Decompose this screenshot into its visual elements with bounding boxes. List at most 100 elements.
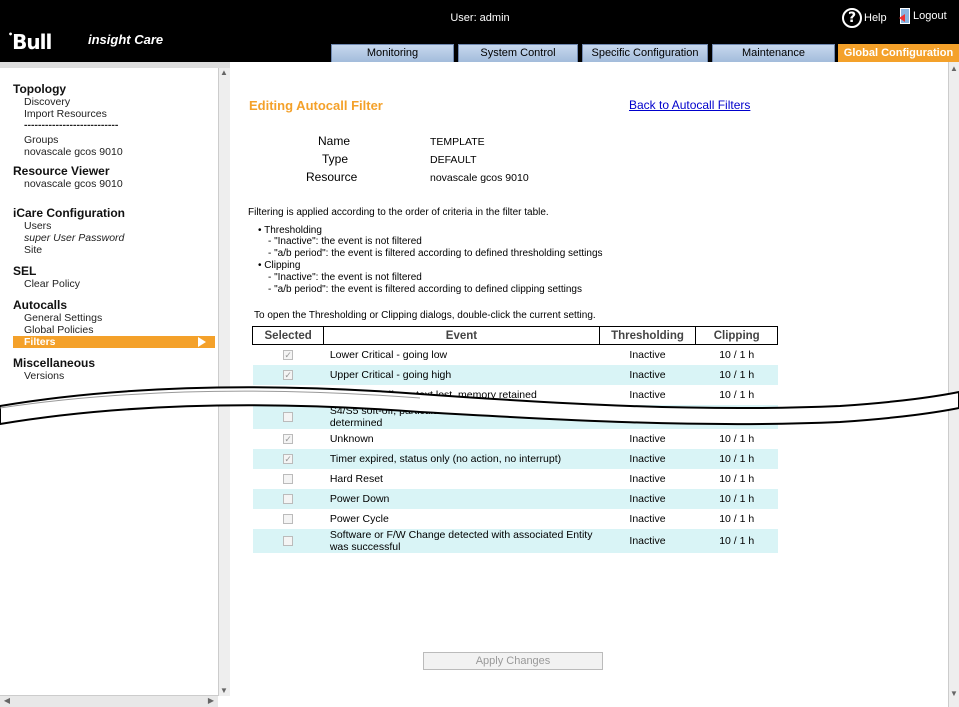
row-checkbox[interactable]: [283, 513, 294, 524]
clipping-cell[interactable]: 10 / 1 h: [696, 509, 778, 529]
thresholding-cell[interactable]: Inactive: [599, 404, 696, 429]
thresholding-cell[interactable]: Inactive: [599, 509, 696, 529]
sidebar-item-group-novascale[interactable]: novascale gcos 9010: [24, 146, 230, 158]
event-cell: Upper Critical - going high: [323, 364, 600, 385]
clipping-cell[interactable]: 10 / 1 h: [695, 364, 778, 385]
sidebar-item-super-user-password[interactable]: super User Password: [24, 232, 230, 244]
clipping-cell[interactable]: 10 / 1 h: [695, 448, 778, 469]
clipping-cell[interactable]: 10 / 1 h: [696, 429, 778, 449]
table-row[interactable]: Power Down Inactive 10 / 1 h: [252, 488, 778, 509]
clipping-cell[interactable]: 10 / 1 h: [695, 528, 778, 553]
resource-label: Resource: [306, 170, 358, 184]
filter-table: Selected Event Thresholding Clipping ✓ L…: [251, 326, 778, 553]
row-checkbox[interactable]: ✓: [283, 369, 294, 380]
scroll-down-icon[interactable]: ▼: [949, 689, 959, 699]
clipping-cell[interactable]: 10 / 1 h: [695, 404, 778, 429]
table-row[interactable]: ✓ Unknown Inactive 10 / 1 h: [253, 429, 778, 449]
table-row[interactable]: ✓ Upper Critical - going high Inactive 1…: [252, 364, 778, 385]
help-link[interactable]: ? Help: [842, 8, 887, 28]
thresholding-cell[interactable]: Inactive: [599, 385, 696, 405]
help-icon: ?: [842, 8, 862, 28]
table-row[interactable]: Hard Reset Inactive 10 / 1 h: [253, 469, 778, 489]
table-row[interactable]: ✓ Lower Critical - going low Inactive 10…: [253, 345, 778, 365]
thresholding-cell[interactable]: Inactive: [599, 429, 696, 449]
sidebar-item-groups[interactable]: Groups: [24, 134, 230, 146]
selected-cell: [253, 509, 324, 529]
thresholding-period-note: - "a/b period": the event is filtered ac…: [268, 248, 603, 259]
clipping-inactive-note: - "Inactive": the event is not filtered: [268, 272, 422, 283]
sidebar-item-clear-policy[interactable]: Clear Policy: [24, 278, 230, 290]
selected-cell: [252, 528, 324, 553]
col-thresholding: Thresholding: [598, 326, 697, 345]
row-checkbox[interactable]: ✓: [283, 349, 294, 360]
selected-cell: ✓: [253, 429, 324, 449]
row-checkbox[interactable]: [283, 473, 294, 484]
apply-changes-button[interactable]: Apply Changes: [423, 652, 603, 670]
clipping-heading: • Clipping: [258, 260, 301, 271]
table-row[interactable]: ✓ Timer expired, status only (no action,…: [252, 448, 778, 469]
sidebar-section-topology: Topology: [13, 82, 67, 96]
thresholding-inactive-note: - "Inactive": the event is not filtered: [268, 236, 422, 247]
sidebar-item-filters[interactable]: Filters: [13, 336, 215, 348]
sidebar-vertical-scrollbar[interactable]: ▲ ▼: [218, 68, 230, 696]
sidebar-item-global-policies[interactable]: Global Policies: [24, 324, 230, 336]
thresholding-cell[interactable]: Inactive: [599, 345, 696, 365]
dialog-hint: To open the Thresholding or Clipping dia…: [254, 310, 596, 321]
name-value: TEMPLATE: [430, 136, 485, 148]
sidebar: Topology Discovery Import Resources ----…: [0, 62, 230, 707]
sidebar-item-site[interactable]: Site: [24, 244, 230, 256]
table-row[interactable]: S4/S5 soft-off, context lost, memory ret…: [253, 385, 778, 405]
tab-monitoring[interactable]: Monitoring: [331, 44, 454, 62]
thresholding-heading: • Thresholding: [258, 225, 322, 236]
col-event: Event: [323, 326, 600, 345]
event-cell: Power Down: [323, 488, 600, 509]
tab-system-control[interactable]: System Control: [458, 44, 578, 62]
clipping-cell[interactable]: 10 / 1 h: [696, 469, 778, 489]
thresholding-cell[interactable]: Inactive: [599, 488, 696, 509]
scroll-left-icon[interactable]: ◀: [2, 696, 12, 706]
row-checkbox[interactable]: ✓: [283, 433, 294, 444]
col-selected: Selected: [251, 326, 325, 345]
row-checkbox[interactable]: [283, 535, 294, 546]
sidebar-item-viewer-novascale[interactable]: novascale gcos 9010: [24, 178, 230, 190]
sidebar-item-general-settings[interactable]: General Settings: [24, 312, 230, 324]
logout-link[interactable]: Logout: [899, 8, 947, 24]
selected-cell: [252, 404, 324, 429]
table-row[interactable]: Power Cycle Inactive 10 / 1 h: [253, 509, 778, 529]
selected-cell: ✓: [253, 345, 324, 365]
event-cell: S4/S5 soft-off, context lost, memory ret…: [329, 388, 537, 401]
thresholding-cell[interactable]: Inactive: [599, 528, 696, 553]
col-clipping: Clipping: [695, 326, 778, 345]
row-checkbox[interactable]: [283, 411, 294, 422]
scroll-down-icon[interactable]: ▼: [219, 686, 229, 696]
clipping-cell[interactable]: 10 / 1 h: [696, 345, 778, 365]
scroll-up-icon[interactable]: ▲: [219, 68, 229, 78]
thresholding-cell[interactable]: Inactive: [599, 469, 696, 489]
scroll-right-icon[interactable]: ▶: [206, 696, 216, 706]
back-to-filters-link[interactable]: Back to Autocall Filters: [629, 98, 750, 112]
sidebar-horizontal-scrollbar[interactable]: ◀ ▶: [0, 695, 218, 707]
tab-global-configuration[interactable]: Global Configuration: [838, 44, 959, 62]
clipping-cell[interactable]: 10 / 1 h: [696, 385, 778, 405]
sidebar-item-discovery[interactable]: Discovery: [24, 96, 230, 108]
main-vertical-scrollbar[interactable]: ▲ ▼: [948, 62, 959, 707]
table-row[interactable]: S4/S5 soft-off, particular S4/S5 state c…: [252, 404, 778, 429]
scroll-up-icon[interactable]: ▲: [949, 64, 959, 74]
event-cell: S4/S5 soft-off, particular S4/S5 state c…: [323, 404, 600, 429]
sidebar-item-users[interactable]: Users: [24, 220, 230, 232]
main-content: Editing Autocall Filter Back to Autocall…: [232, 68, 948, 695]
sidebar-item-versions[interactable]: Versions: [24, 370, 230, 382]
table-row[interactable]: Software or F/W Change detected with ass…: [252, 528, 778, 553]
selected-cell: [253, 385, 324, 405]
type-label: Type: [322, 152, 349, 166]
row-checkbox[interactable]: [283, 493, 294, 504]
tab-specific-configuration[interactable]: Specific Configuration: [582, 44, 708, 62]
thresholding-cell[interactable]: Inactive: [599, 448, 696, 469]
thresholding-cell[interactable]: Inactive: [599, 364, 696, 385]
row-checkbox[interactable]: [283, 389, 294, 400]
sidebar-section-autocalls: Autocalls: [13, 298, 68, 312]
row-checkbox[interactable]: ✓: [283, 453, 294, 464]
tab-maintenance[interactable]: Maintenance: [712, 44, 835, 62]
sidebar-section-resource-viewer: Resource Viewer: [13, 164, 110, 178]
clipping-cell[interactable]: 10 / 1 h: [695, 488, 778, 509]
